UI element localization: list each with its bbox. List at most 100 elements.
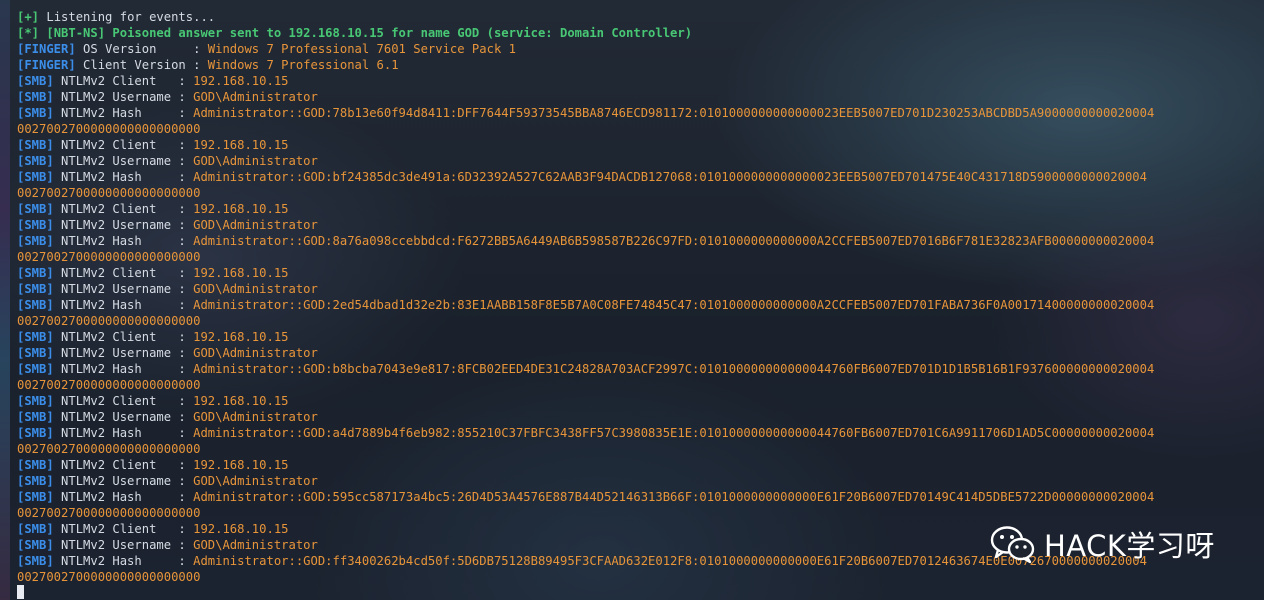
- terminal-line: [FINGER] OS Version : Windows 7 Professi…: [17, 41, 1257, 57]
- field-label: NTLMv2 Client :: [53, 330, 194, 344]
- status-tag: [+]: [17, 10, 40, 24]
- module-tag: [SMB]: [17, 90, 54, 104]
- field-value: Administrator::GOD:b8bcba7043e9e817:8FCB…: [193, 362, 1155, 376]
- terminal-line: [*] [NBT-NS] Poisoned answer sent to 192…: [17, 25, 1257, 41]
- watermark-text: HACK学习呀: [1044, 529, 1215, 563]
- terminal-line: 0027002700000000000000000: [17, 185, 1257, 201]
- hash-continuation: 0027002700000000000000000: [17, 442, 201, 456]
- hash-continuation: 0027002700000000000000000: [17, 570, 201, 584]
- field-value: Administrator::GOD:78b13e60f94d8411:DFF7…: [193, 106, 1155, 120]
- field-value: 192.168.10.15: [193, 138, 289, 152]
- field-label: NTLMv2 Username :: [53, 410, 194, 424]
- field-value: 192.168.10.15: [193, 74, 289, 88]
- status-tag: [*]: [17, 26, 40, 40]
- module-tag: [SMB]: [17, 362, 54, 376]
- module-tag: [SMB]: [17, 106, 54, 120]
- field-label: NTLMv2 Client :: [53, 394, 194, 408]
- terminal-line: [SMB] NTLMv2 Username : GOD\Administrato…: [17, 281, 1257, 297]
- module-tag: [SMB]: [17, 554, 54, 568]
- terminal-line: [SMB] NTLMv2 Client : 192.168.10.15: [17, 265, 1257, 281]
- terminal-line: [SMB] NTLMv2 Username : GOD\Administrato…: [17, 89, 1257, 105]
- field-label: NTLMv2 Client :: [53, 266, 194, 280]
- terminal-line: [SMB] NTLMv2 Username : GOD\Administrato…: [17, 409, 1257, 425]
- module-tag: [SMB]: [17, 474, 54, 488]
- hash-continuation: 0027002700000000000000000: [17, 506, 201, 520]
- log-message: [NBT-NS] Poisoned answer sent to 192.168…: [39, 26, 693, 40]
- module-tag: [SMB]: [17, 490, 54, 504]
- hash-continuation: 0027002700000000000000000: [17, 250, 201, 264]
- module-tag: [SMB]: [17, 202, 54, 216]
- terminal-line: [SMB] NTLMv2 Client : 192.168.10.15: [17, 137, 1257, 153]
- terminal-line: [SMB] NTLMv2 Hash : Administrator::GOD:2…: [17, 297, 1257, 313]
- terminal-line: [FINGER] Client Version : Windows 7 Prof…: [17, 57, 1257, 73]
- terminal-line: 0027002700000000000000000: [17, 505, 1257, 521]
- terminal-line: [SMB] NTLMv2 Hash : Administrator::GOD:8…: [17, 233, 1257, 249]
- field-value: Administrator::GOD:2ed54dbad1d32e2b:83E1…: [193, 298, 1155, 312]
- field-value: 192.168.10.15: [193, 266, 289, 280]
- field-value: GOD\Administrator: [193, 346, 318, 360]
- module-tag: [SMB]: [17, 266, 54, 280]
- field-label: NTLMv2 Username :: [53, 282, 194, 296]
- terminal-line: 0027002700000000000000000: [17, 377, 1257, 393]
- terminal-line: 0027002700000000000000000: [17, 121, 1257, 137]
- field-label: NTLMv2 Username :: [53, 538, 194, 552]
- module-tag: [SMB]: [17, 282, 54, 296]
- field-value: 192.168.10.15: [193, 330, 289, 344]
- terminal-line: [SMB] NTLMv2 Hash : Administrator::GOD:5…: [17, 489, 1257, 505]
- field-label: NTLMv2 Client :: [53, 138, 194, 152]
- field-value: 192.168.10.15: [193, 202, 289, 216]
- field-label: NTLMv2 Hash :: [53, 362, 194, 376]
- field-value: 192.168.10.15: [193, 394, 289, 408]
- hash-continuation: 0027002700000000000000000: [17, 186, 201, 200]
- terminal-line: 0027002700000000000000000: [17, 313, 1257, 329]
- module-tag: [SMB]: [17, 218, 54, 232]
- module-tag: [SMB]: [17, 346, 54, 360]
- terminal-line: [SMB] NTLMv2 Hash : Administrator::GOD:b…: [17, 361, 1257, 377]
- field-label: NTLMv2 Hash :: [53, 106, 194, 120]
- module-tag: [SMB]: [17, 410, 54, 424]
- field-value: Windows 7 Professional 6.1: [207, 58, 399, 72]
- field-label: NTLMv2 Client :: [53, 202, 194, 216]
- terminal-line: 0027002700000000000000000: [17, 441, 1257, 457]
- terminal-output[interactable]: [+] Listening for events... [*] [NBT-NS] …: [17, 9, 1257, 600]
- terminal-line: [SMB] NTLMv2 Hash : Administrator::GOD:7…: [17, 105, 1257, 121]
- terminal-line: [+] Listening for events...: [17, 9, 1257, 25]
- module-tag: [SMB]: [17, 522, 54, 536]
- field-value: Administrator::GOD:595cc587173a4bc5:26D4…: [193, 490, 1155, 504]
- field-label: OS Version :: [75, 42, 208, 56]
- field-label: NTLMv2 Client :: [53, 458, 194, 472]
- module-tag: [SMB]: [17, 394, 54, 408]
- field-value: Administrator::GOD:bf24385dc3de491a:6D32…: [193, 170, 1147, 184]
- terminal-line: [SMB] NTLMv2 Hash : Administrator::GOD:b…: [17, 169, 1257, 185]
- module-tag: [SMB]: [17, 170, 54, 184]
- wechat-icon: [990, 526, 1035, 564]
- module-tag: [SMB]: [17, 458, 54, 472]
- field-value: GOD\Administrator: [193, 90, 318, 104]
- desktop-edge-strip: [0, 0, 10, 600]
- hash-continuation: 0027002700000000000000000: [17, 378, 201, 392]
- field-label: NTLMv2 Username :: [53, 346, 194, 360]
- terminal-line: 0027002700000000000000000: [17, 249, 1257, 265]
- module-tag: [SMB]: [17, 74, 54, 88]
- terminal-line: [SMB] NTLMv2 Client : 192.168.10.15: [17, 201, 1257, 217]
- field-label: NTLMv2 Username :: [53, 90, 194, 104]
- terminal-line: [SMB] NTLMv2 Client : 192.168.10.15: [17, 393, 1257, 409]
- terminal-line: [SMB] NTLMv2 Username : GOD\Administrato…: [17, 473, 1257, 489]
- field-value: GOD\Administrator: [193, 538, 318, 552]
- module-tag: [SMB]: [17, 298, 54, 312]
- module-tag: [FINGER]: [17, 58, 76, 72]
- module-tag: [SMB]: [17, 234, 54, 248]
- terminal-line: [SMB] NTLMv2 Client : 192.168.10.15: [17, 73, 1257, 89]
- field-label: NTLMv2 Client :: [53, 522, 194, 536]
- log-message: Listening for events...: [39, 10, 216, 24]
- module-tag: [FINGER]: [17, 42, 76, 56]
- module-tag: [SMB]: [17, 138, 54, 152]
- field-label: NTLMv2 Hash :: [53, 234, 194, 248]
- field-label: NTLMv2 Hash :: [53, 298, 194, 312]
- field-label: NTLMv2 Username :: [53, 218, 194, 232]
- prompt-line[interactable]: [17, 585, 1257, 600]
- field-value: Administrator::GOD:8a76a098ccebbdcd:F627…: [193, 234, 1155, 248]
- field-label: NTLMv2 Hash :: [53, 170, 194, 184]
- field-label: Client Version :: [75, 58, 208, 72]
- field-value: 192.168.10.15: [193, 522, 289, 536]
